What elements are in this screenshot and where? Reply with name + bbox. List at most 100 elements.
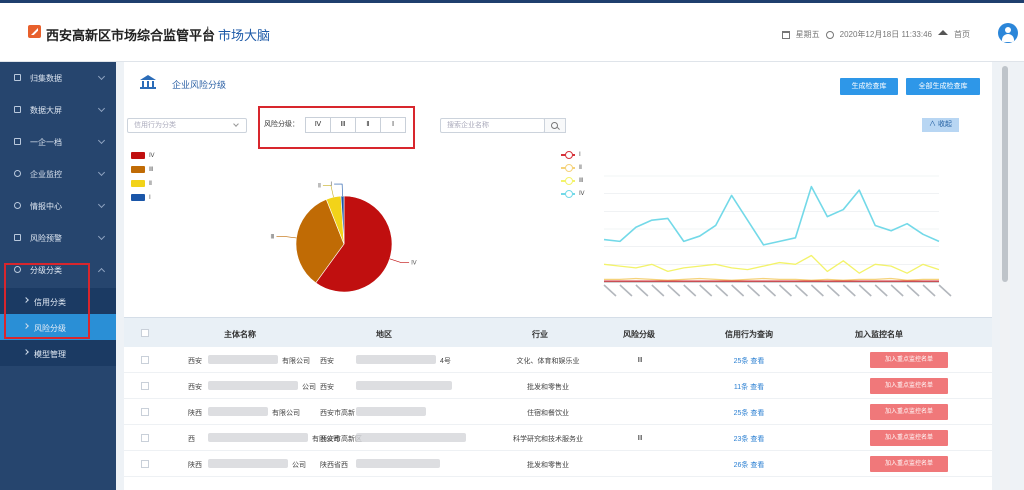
clock-icon <box>825 30 834 39</box>
row-checkbox[interactable] <box>141 382 149 390</box>
legend-marker <box>561 176 575 185</box>
redacted-name <box>208 433 308 442</box>
col-header-add-monitor: 加入监控名单 <box>855 330 903 339</box>
add-monitor-button[interactable]: 加入重点监控名单 <box>870 352 948 368</box>
legend-label: Ⅳ <box>149 152 155 159</box>
credit-query-link[interactable]: 11条 查看 <box>724 382 774 392</box>
col-header-credit-query: 信用行为查询 <box>725 330 773 339</box>
bank-icon <box>140 75 156 89</box>
legend-label: Ⅰ <box>579 152 581 158</box>
x-tick-label <box>810 284 824 297</box>
x-tick-label <box>794 284 808 297</box>
search-input[interactable]: 搜索企业名称 <box>440 118 545 133</box>
info-icon <box>14 202 21 209</box>
sidebar-item-label: 一企一档 <box>30 138 62 147</box>
select-all-checkbox[interactable] <box>141 329 149 337</box>
credit-query-link[interactable]: 23条 查看 <box>724 434 774 444</box>
col-header-name: 主体名称 <box>224 330 256 339</box>
sidebar-subitem-model-mgmt[interactable]: 模型管理 <box>0 340 116 366</box>
pie-legend-item[interactable]: Ⅲ <box>131 162 155 176</box>
series-line[interactable] <box>603 185 940 246</box>
home-icon[interactable] <box>938 30 948 35</box>
user-avatar[interactable] <box>998 23 1018 43</box>
collapse-button[interactable]: ∧ 收起 <box>922 118 959 132</box>
credit-query-link[interactable]: 26条 查看 <box>724 460 774 470</box>
sidebar-item-enterprise-file[interactable]: 一企一档 <box>0 126 116 158</box>
shield-icon <box>14 234 21 241</box>
region-cell-prefix: 陕西省西 <box>320 462 348 469</box>
table-row: 陕西 有限公司 西安市高新 住宿和餐饮业 25条 查看 加入重点监控名单 <box>124 399 992 425</box>
sidebar-item-data-screen[interactable]: 数据大屏 <box>0 94 116 126</box>
line-legend: Ⅰ Ⅱ Ⅲ Ⅳ <box>561 148 585 200</box>
app-logo-icon <box>28 25 41 38</box>
edit-icon <box>14 74 21 81</box>
x-tick-label <box>651 284 665 297</box>
industry-cell: 批发和零售业 <box>527 384 569 391</box>
row-checkbox[interactable] <box>141 408 149 416</box>
line-legend-item[interactable]: Ⅱ <box>561 161 585 174</box>
table-row: 西安 有限公司 西安 4号 文化、体育和娱乐业 Ⅲ 25条 查看 加入重点监控名单 <box>124 347 992 373</box>
region-cell-prefix: 西安 <box>320 358 334 365</box>
series-line[interactable] <box>604 277 939 281</box>
sidebar-item-enterprise-monitor[interactable]: 企业监控 <box>0 158 116 190</box>
redacted-name <box>208 355 278 364</box>
generate-all-check-lib-button[interactable]: 全部生成检查库 <box>906 78 980 95</box>
x-tick-label <box>922 284 936 297</box>
line-legend-item[interactable]: Ⅳ <box>561 187 585 200</box>
table-body: 西安 有限公司 西安 4号 文化、体育和娱乐业 Ⅲ 25条 查看 加入重点监控名单 西安 公司 西安… <box>124 347 992 477</box>
pie-legend-item[interactable]: Ⅳ <box>131 148 155 162</box>
calendar-icon <box>781 30 790 39</box>
chevron-up-icon <box>97 267 106 276</box>
line-legend-item[interactable]: Ⅲ <box>561 174 585 187</box>
redacted-region <box>356 433 466 442</box>
line-legend-item[interactable]: Ⅰ <box>561 148 585 161</box>
sidebar-subitem-label: 模型管理 <box>34 350 66 359</box>
header-info: 星期五 2020年12月18日 11:33:46 首页 <box>781 29 970 40</box>
row-checkbox[interactable] <box>141 460 149 468</box>
search-icon[interactable] <box>544 118 566 133</box>
redacted-region <box>356 355 436 364</box>
home-link[interactable]: 首页 <box>954 29 970 40</box>
x-tick-label <box>619 284 633 297</box>
industry-cell: 批发和零售业 <box>527 462 569 469</box>
add-monitor-button[interactable]: 加入重点监控名单 <box>870 456 948 472</box>
pie-slice-label: Ⅱ <box>318 183 321 189</box>
sidebar-item-label: 风险预警 <box>30 234 62 243</box>
name-cell-suffix: 公司 <box>302 384 316 391</box>
chevron-right-icon <box>23 349 29 355</box>
chevron-down-icon <box>97 104 106 113</box>
pie-legend-item[interactable]: Ⅱ <box>131 176 155 190</box>
credit-query-link[interactable]: 25条 查看 <box>724 408 774 418</box>
col-header-industry: 行业 <box>532 330 548 339</box>
credit-query-link[interactable]: 25条 查看 <box>724 356 774 366</box>
redacted-name <box>208 407 268 416</box>
sidebar-item-intel-center[interactable]: 情报中心 <box>0 190 116 222</box>
legend-marker <box>561 189 575 198</box>
x-tick-label <box>858 284 872 297</box>
legend-label: Ⅲ <box>579 178 584 184</box>
row-checkbox[interactable] <box>141 356 149 364</box>
pie-label-line <box>334 183 343 197</box>
add-monitor-button[interactable]: 加入重点监控名单 <box>870 378 948 394</box>
row-checkbox[interactable] <box>141 434 149 442</box>
generate-check-lib-button[interactable]: 生成检查库 <box>840 78 898 95</box>
redacted-region <box>356 381 452 390</box>
add-monitor-button[interactable]: 加入重点监控名单 <box>870 430 948 446</box>
scrollbar-thumb[interactable] <box>1002 66 1008 282</box>
sidebar-item-risk-alert[interactable]: 风险预警 <box>0 222 116 254</box>
pie-legend-item[interactable]: Ⅰ <box>131 190 155 204</box>
enterprise-table: 主体名称 地区 行业 风险分级 信用行为查询 加入监控名单 西安 有限公司 西安 4号… <box>124 317 992 477</box>
credit-behavior-select[interactable]: 信用行为分类 <box>127 118 247 133</box>
x-tick-label <box>826 284 840 297</box>
panel-title: 企业风险分级 <box>172 80 227 90</box>
legend-swatch <box>131 165 145 173</box>
x-tick-label <box>747 284 761 297</box>
table-header: 主体名称 地区 行业 风险分级 信用行为查询 加入监控名单 <box>124 317 992 347</box>
pie-slice-label: Ⅲ <box>270 234 274 240</box>
collapse-label: 收起 <box>937 121 952 128</box>
table-row: 西有限公司 西安市高新区 科学研究和技术服务业 Ⅲ 23条 查看 加入重点监控名单 <box>124 425 992 451</box>
add-monitor-button[interactable]: 加入重点监控名单 <box>870 404 948 420</box>
sidebar-item-data-collection[interactable]: 归集数据 <box>0 62 116 94</box>
x-tick-label <box>874 284 888 297</box>
x-tick-label <box>715 284 729 297</box>
